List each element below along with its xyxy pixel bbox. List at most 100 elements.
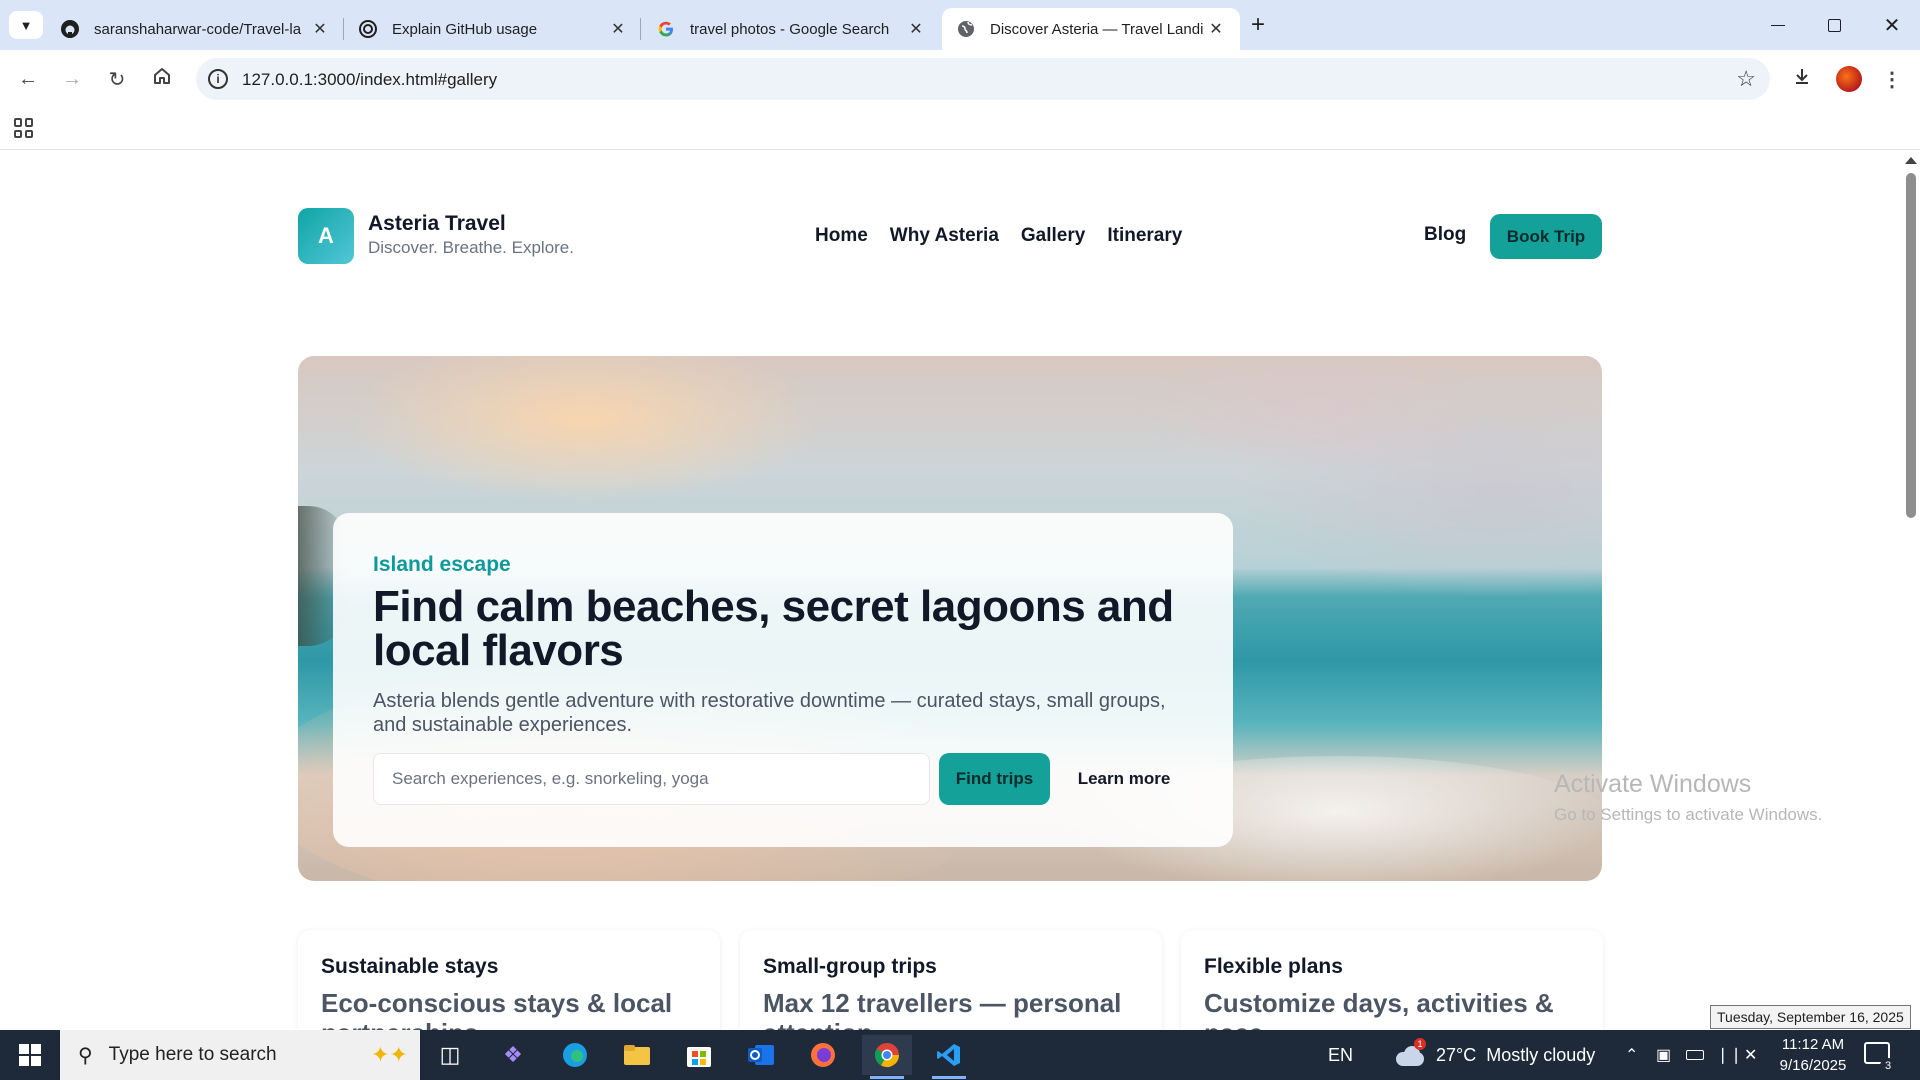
task-view-icon[interactable]: ◫ bbox=[425, 1035, 475, 1075]
close-icon[interactable]: ✕ bbox=[310, 19, 330, 39]
brand-name[interactable]: Asteria Travel bbox=[368, 212, 506, 236]
info-icon[interactable]: i bbox=[208, 69, 228, 89]
watermark-subtitle: Go to Settings to activate Windows. bbox=[1554, 805, 1823, 824]
tab-strip: ▼ saranshaharwar-code/Travel-la ✕ Explai… bbox=[0, 0, 1920, 50]
feature-title: Sustainable stays bbox=[321, 955, 499, 978]
feature-text: Customize days, activities & pace bbox=[1204, 988, 1554, 1030]
tab-search-button[interactable]: ▼ bbox=[9, 11, 43, 39]
tab-github[interactable]: saranshaharwar-code/Travel-la ✕ bbox=[46, 8, 344, 50]
restore-icon bbox=[1827, 18, 1841, 32]
show-hidden-icons-button[interactable]: ⌃ bbox=[1625, 1030, 1638, 1080]
hero-banner: Island escape Find calm beaches, secret … bbox=[298, 356, 1602, 881]
logo-badge[interactable]: A bbox=[298, 208, 354, 264]
tab-separator bbox=[640, 18, 641, 40]
find-trips-button[interactable]: Find trips bbox=[939, 753, 1050, 805]
watermark-title: Activate Windows bbox=[1554, 770, 1752, 798]
search-icon: ⚲ bbox=[78, 1044, 93, 1067]
hero-eyebrow: Island escape bbox=[373, 553, 511, 576]
nav-blog[interactable]: Blog bbox=[1424, 224, 1466, 246]
scroll-up-arrow-icon[interactable] bbox=[1905, 157, 1917, 164]
download-icon bbox=[1792, 66, 1812, 92]
learn-more-button[interactable]: Learn more bbox=[1059, 753, 1189, 805]
minimize-button[interactable] bbox=[1750, 0, 1806, 50]
firefox-icon[interactable] bbox=[798, 1035, 848, 1075]
experience-search-input[interactable] bbox=[373, 753, 930, 805]
close-icon: ✕ bbox=[1883, 14, 1901, 37]
menu-button[interactable]: ⋮ bbox=[1876, 63, 1908, 95]
file-explorer-icon[interactable] bbox=[612, 1035, 662, 1075]
feature-text: Eco-conscious stays & local partnerships bbox=[321, 988, 673, 1030]
close-window-button[interactable]: ✕ bbox=[1864, 0, 1920, 50]
url-text[interactable]: 127.0.0.1:3000/index.html#gallery bbox=[242, 70, 497, 90]
close-icon[interactable]: ✕ bbox=[906, 19, 926, 39]
bookmarks-bar bbox=[0, 108, 1920, 150]
nav-gallery[interactable]: Gallery bbox=[1021, 225, 1085, 247]
hero-subtitle: Asteria blends gentle adventure with res… bbox=[373, 690, 1166, 736]
tab-google-search[interactable]: travel photos - Google Search ✕ bbox=[642, 8, 940, 50]
activate-windows-watermark: Activate Windows Go to Settings to activ… bbox=[1554, 770, 1822, 825]
chrome-icon[interactable] bbox=[862, 1035, 912, 1079]
browser-toolbar: ← → ↻ i 127.0.0.1:3000/index.html#galler… bbox=[0, 50, 1920, 108]
arrow-left-icon: ← bbox=[18, 67, 38, 90]
tab-title: saranshaharwar-code/Travel-la bbox=[94, 20, 302, 38]
downloads-button[interactable] bbox=[1786, 63, 1818, 95]
close-icon[interactable]: ✕ bbox=[608, 19, 628, 39]
windows-logo-icon bbox=[19, 1044, 41, 1066]
taskbar-search[interactable]: ⚲ Type here to search ✦✦ bbox=[60, 1030, 420, 1080]
forward-button[interactable]: → bbox=[56, 63, 88, 95]
back-button[interactable]: ← bbox=[12, 63, 44, 95]
nav-itinerary[interactable]: Itinerary bbox=[1107, 225, 1182, 247]
tab-title: Discover Asteria — Travel Landi bbox=[990, 20, 1204, 38]
brand-tagline: Discover. Breathe. Explore. bbox=[368, 238, 574, 257]
google-icon bbox=[656, 19, 676, 39]
copilot-icon[interactable]: ❖ bbox=[488, 1035, 538, 1075]
chevron-up-icon: ⌃ bbox=[1625, 1047, 1639, 1064]
hero-title: Find calm beaches, secret lagoons and lo… bbox=[373, 582, 1174, 675]
page-scrollbar[interactable] bbox=[1902, 151, 1920, 1030]
page-viewport: A Asteria Travel Discover. Breathe. Expl… bbox=[0, 151, 1902, 1030]
start-button[interactable] bbox=[0, 1030, 60, 1080]
home-icon bbox=[152, 66, 172, 92]
nav-why-asteria[interactable]: Why Asteria bbox=[890, 225, 999, 247]
book-trip-button[interactable]: Book Trip bbox=[1490, 214, 1602, 259]
apps-grid-icon[interactable] bbox=[14, 118, 34, 138]
tab-asteria[interactable]: Discover Asteria — Travel Landi ✕ bbox=[942, 8, 1240, 50]
scroll-thumb[interactable] bbox=[1906, 173, 1916, 518]
star-icon[interactable]: ☆ bbox=[1736, 66, 1756, 92]
home-button[interactable] bbox=[146, 63, 178, 95]
new-tab-button[interactable]: + bbox=[1244, 12, 1272, 40]
openai-icon bbox=[358, 19, 378, 39]
feature-title: Flexible plans bbox=[1204, 955, 1343, 978]
close-icon[interactable]: ✕ bbox=[1206, 19, 1226, 39]
profile-avatar[interactable] bbox=[1836, 66, 1862, 92]
taskbar-search-placeholder: Type here to search bbox=[108, 1044, 277, 1065]
weather-widget[interactable]: 1 27°C Mostly cloudy bbox=[1394, 1030, 1595, 1080]
feature-card-small-group: Small-group trips Max 12 travellers — pe… bbox=[740, 930, 1162, 1030]
language-indicator[interactable]: EN bbox=[1328, 1030, 1353, 1080]
outlook-icon[interactable] bbox=[736, 1035, 786, 1075]
reload-button[interactable]: ↻ bbox=[101, 63, 133, 95]
meet-now-icon[interactable]: ▣ bbox=[1656, 1030, 1671, 1080]
edge-icon[interactable] bbox=[550, 1035, 600, 1075]
tab-title: Explain GitHub usage bbox=[392, 20, 538, 38]
address-bar[interactable]: i 127.0.0.1:3000/index.html#gallery ☆ bbox=[196, 58, 1770, 100]
site-header: A Asteria Travel Discover. Breathe. Expl… bbox=[298, 208, 1602, 264]
microsoft-store-icon[interactable] bbox=[674, 1035, 724, 1075]
tab-chatgpt[interactable]: Explain GitHub usage ✕ bbox=[344, 8, 642, 50]
main-nav: Home Why Asteria Gallery Itinerary bbox=[815, 225, 1182, 247]
nav-home[interactable]: Home bbox=[815, 225, 868, 247]
weather-badge: 1 bbox=[1414, 1038, 1426, 1050]
weather-text: 27°C Mostly cloudy bbox=[1436, 1044, 1596, 1065]
volume-muted-icon[interactable]: ✕ bbox=[1744, 1030, 1757, 1080]
vscode-icon[interactable] bbox=[924, 1035, 974, 1079]
kebab-menu-icon: ⋮ bbox=[1882, 68, 1902, 91]
feature-card-flexible: Flexible plans Customize days, activitie… bbox=[1181, 930, 1603, 1030]
notification-count: 3 bbox=[1880, 1058, 1896, 1074]
restore-button[interactable] bbox=[1806, 0, 1862, 50]
clock-date: 9/16/2025 bbox=[1779, 1057, 1847, 1074]
tab-title: travel photos - Google Search bbox=[690, 20, 890, 38]
battery-icon[interactable] bbox=[1686, 1030, 1704, 1080]
wifi-icon[interactable]: ❘❘ bbox=[1716, 1030, 1743, 1080]
system-clock[interactable]: 11:12 AM 9/16/2025 bbox=[1768, 1034, 1858, 1076]
date-tooltip: Tuesday, September 16, 2025 bbox=[1710, 1005, 1911, 1029]
